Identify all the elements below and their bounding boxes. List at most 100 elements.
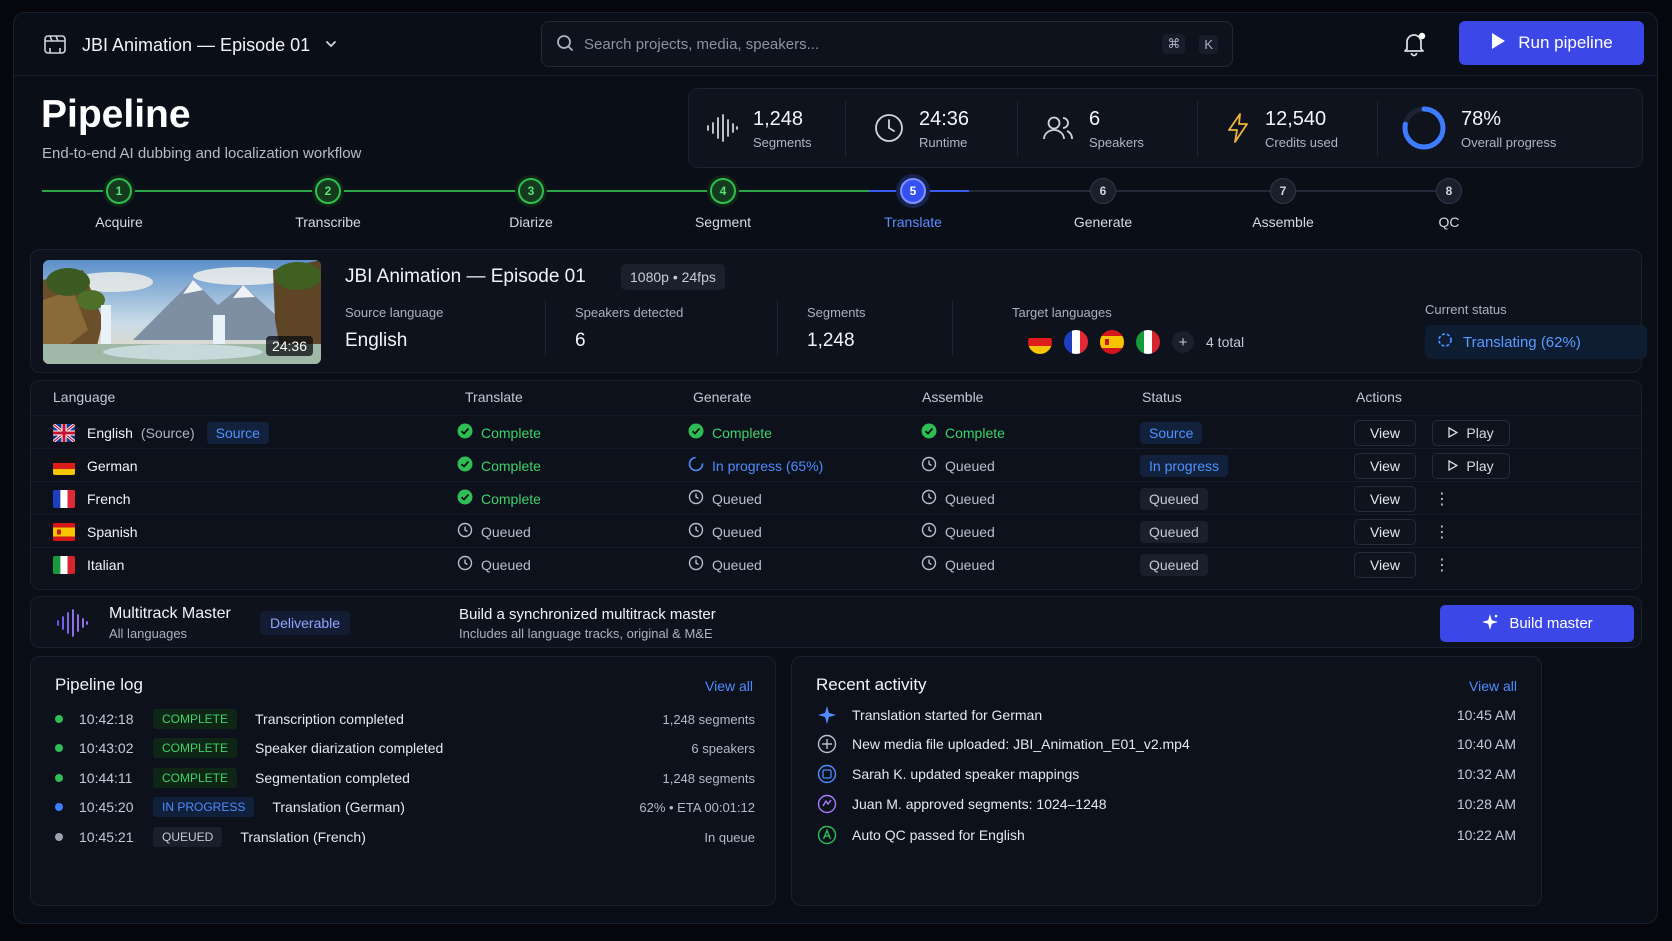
field-label: Current status <box>1425 302 1507 317</box>
flag-de-icon <box>53 456 75 475</box>
play-button[interactable]: Play <box>1432 419 1510 446</box>
log-badge: QUEUED <box>153 827 223 847</box>
table-row: English (Source) Source Complete Complet… <box>31 415 1641 448</box>
project-switcher[interactable]: JBI Animation — Episode 01 <box>42 31 338 60</box>
stat-segments: 1,248 Segments <box>705 89 812 169</box>
target-flags: + 4 total <box>1028 330 1244 354</box>
activity-item: Auto QC passed for English 10:22 AM <box>816 820 1516 850</box>
step-number: 1 <box>106 178 132 204</box>
activity-message: New media file uploaded: JBI_Animation_E… <box>852 736 1190 752</box>
build-master-button[interactable]: Build master <box>1440 605 1634 642</box>
step-acquire[interactable]: 1 Acquire <box>59 178 179 230</box>
speaker-map-icon <box>816 763 838 785</box>
flag-de-icon <box>1028 330 1052 354</box>
status-badge: Queued <box>1140 487 1208 510</box>
log-meta: 1,248 segments <box>662 711 755 727</box>
stat-label: Speakers <box>1089 135 1144 150</box>
column-header-assemble: Assemble <box>922 389 984 405</box>
more-menu-icon[interactable]: ⋮ <box>1432 489 1452 509</box>
assemble-cell: Queued <box>921 449 995 482</box>
log-time: 10:43:02 <box>79 740 134 756</box>
step-segment[interactable]: 4 Segment <box>663 178 783 230</box>
divider <box>1017 101 1018 157</box>
stat-label: Overall progress <box>1461 135 1557 150</box>
status-text: Queued <box>712 556 762 573</box>
flag-uk-icon <box>53 423 75 442</box>
step-qc[interactable]: 8 QC <box>1389 178 1509 230</box>
step-transcribe[interactable]: 2 Transcribe <box>268 178 388 230</box>
users-icon <box>1041 112 1075 147</box>
run-pipeline-label: Run pipeline <box>1518 33 1613 52</box>
view-button[interactable]: View <box>1354 518 1416 545</box>
log-entry: 10:44:11 COMPLETE Segmentation completed… <box>55 763 755 793</box>
targets-total: 4 total <box>1206 334 1245 350</box>
language-name: German <box>87 457 138 474</box>
activity-time: 10:28 AM <box>1456 796 1516 812</box>
check-circle-icon <box>921 423 937 442</box>
view-button[interactable]: View <box>1354 485 1416 512</box>
field-label: Source language <box>345 305 444 320</box>
clock-icon <box>921 456 937 475</box>
step-diarize[interactable]: 3 Diarize <box>471 178 591 230</box>
activity-time: 10:45 AM <box>1456 707 1516 723</box>
generate-cell: Queued <box>688 515 762 548</box>
status-cell: Source <box>1140 416 1203 449</box>
language-name: English <box>87 424 133 441</box>
more-menu-icon[interactable]: ⋮ <box>1432 555 1452 575</box>
flag-es-icon <box>53 522 75 541</box>
play-button[interactable]: Play <box>1432 452 1510 479</box>
stat-label: Segments <box>753 135 812 150</box>
assemble-cell: Queued <box>921 482 995 515</box>
status-cell: Queued <box>1140 515 1208 548</box>
clock-icon <box>688 555 704 574</box>
media-card: 24:36 JBI Animation — Episode 01 1080p •… <box>30 249 1647 373</box>
status-badge: Queued <box>1140 553 1208 576</box>
log-meta: 6 speakers <box>691 740 755 756</box>
current-status-field: Current status <box>1425 302 1507 317</box>
step-number: 4 <box>710 178 736 204</box>
clock-icon <box>457 522 473 541</box>
view-all-link[interactable]: View all <box>705 678 753 694</box>
step-label: Acquire <box>95 214 143 230</box>
view-button[interactable]: View <box>1354 452 1416 479</box>
run-pipeline-button[interactable]: Run pipeline <box>1459 21 1644 65</box>
status-cell: In progress <box>1140 449 1229 482</box>
actions-cell: View Play <box>1354 449 1510 482</box>
field-label: Speakers detected <box>575 305 684 320</box>
status-dot <box>55 744 63 752</box>
step-number: 3 <box>518 178 544 204</box>
target-languages-field: Target languages <box>1012 305 1112 320</box>
current-status-pill: Translating (62%) <box>1425 325 1647 359</box>
search-input[interactable] <box>584 35 1149 53</box>
view-all-link[interactable]: View all <box>1469 678 1517 694</box>
step-generate[interactable]: 6 Generate <box>1043 178 1163 230</box>
shortcut-cmd: ⌘ <box>1162 34 1186 54</box>
status-text: Queued <box>712 523 762 540</box>
assemble-cell: Queued <box>921 515 995 548</box>
language-cell: English (Source) Source <box>53 416 269 449</box>
media-title: JBI Animation — Episode 01 <box>345 266 586 287</box>
check-circle-icon <box>457 423 473 442</box>
add-language-button[interactable]: + <box>1172 331 1194 353</box>
clock-icon <box>688 522 704 541</box>
status-dot <box>55 774 63 782</box>
activity-item: Juan M. approved segments: 1024–1248 10:… <box>816 789 1516 819</box>
activity-time: 10:32 AM <box>1456 766 1516 782</box>
log-meta: 62% • ETA 00:01:12 <box>639 799 755 815</box>
status-badge: Queued <box>1140 520 1208 543</box>
video-thumbnail[interactable]: 24:36 <box>43 260 321 364</box>
log-entry: 10:45:20 IN PROGRESS Translation (German… <box>55 792 755 822</box>
activity-item: Sarah K. updated speaker mappings 10:32 … <box>816 759 1516 789</box>
more-menu-icon[interactable]: ⋮ <box>1432 522 1452 542</box>
actions-cell: View ⋮ <box>1354 515 1452 548</box>
status-badge: Source <box>1140 421 1203 444</box>
divider <box>845 101 846 157</box>
step-translate[interactable]: 5 Translate <box>853 178 973 230</box>
view-button[interactable]: View <box>1354 551 1416 578</box>
flag-es-icon <box>1100 330 1124 354</box>
sparkle-icon <box>1481 613 1499 635</box>
step-assemble[interactable]: 7 Assemble <box>1223 178 1343 230</box>
build-master-label: Build master <box>1509 615 1593 632</box>
notifications-button[interactable] <box>1399 29 1429 59</box>
view-button[interactable]: View <box>1354 419 1416 446</box>
